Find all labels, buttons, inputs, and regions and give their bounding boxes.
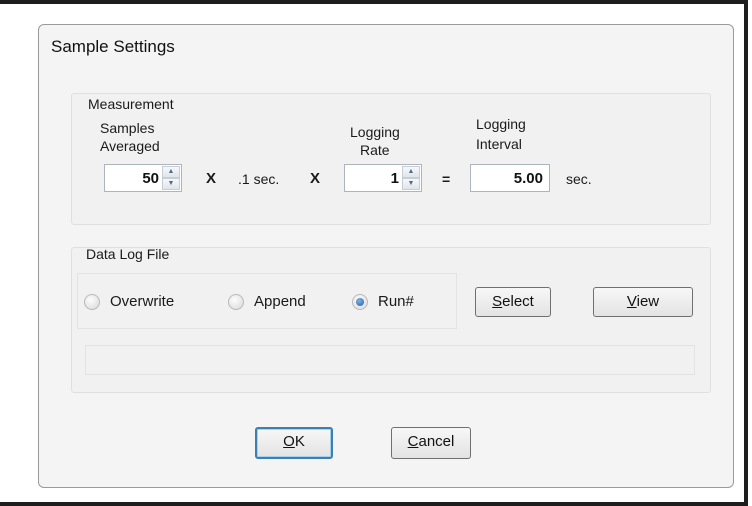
spin-down-arrow-icon[interactable]: ▼ xyxy=(402,178,420,190)
ok-button[interactable]: OK xyxy=(255,427,333,459)
select-button[interactable]: Select xyxy=(475,287,551,317)
spin-up-arrow-icon[interactable]: ▲ xyxy=(402,166,420,178)
view-button-mnemonic: V xyxy=(626,293,637,310)
samples-averaged-label-line2: Averaged xyxy=(100,138,160,154)
radio-append-label: Append xyxy=(254,293,306,310)
spin-up-arrow-icon[interactable]: ▲ xyxy=(162,166,180,178)
logging-interval-field[interactable]: 5.00 xyxy=(470,164,550,192)
data-log-mode-radio-group: Overwrite Append Run# xyxy=(77,273,457,329)
logging-rate-value: 1 xyxy=(390,170,399,187)
logging-interval-label-line2: Interval xyxy=(476,136,522,152)
measurement-group-label: Measurement xyxy=(88,96,174,112)
radio-overwrite[interactable]: Overwrite xyxy=(84,293,174,310)
times-sign-1: X xyxy=(206,170,217,187)
dialog-title: Sample Settings xyxy=(51,37,175,56)
logging-rate-label-line2: Rate xyxy=(360,142,390,158)
logging-rate-spinner[interactable]: 1 ▲ ▼ xyxy=(344,164,422,192)
spin-down-arrow-icon[interactable]: ▼ xyxy=(162,178,180,190)
equals-sign: = xyxy=(442,171,451,187)
radio-run-number[interactable]: Run# xyxy=(352,293,414,310)
ok-button-mnemonic: O xyxy=(283,433,295,450)
radio-button-icon xyxy=(228,293,244,310)
logging-interval-label-line1: Logging xyxy=(476,116,526,132)
logging-interval-value: 5.00 xyxy=(513,170,543,187)
radio-append[interactable]: Append xyxy=(228,293,306,310)
samples-averaged-spinner[interactable]: 50 ▲ ▼ xyxy=(104,164,182,192)
radio-run-number-label: Run# xyxy=(378,293,414,310)
measurement-group: Measurement Samples Averaged 50 ▲ ▼ X .1… xyxy=(71,93,711,225)
view-button-label: iew xyxy=(636,293,660,310)
cancel-button-mnemonic: C xyxy=(407,433,419,450)
radio-button-icon xyxy=(84,293,100,310)
samples-averaged-label-line1: Samples xyxy=(100,120,155,136)
sample-settings-dialog: Sample Settings Measurement Samples Aver… xyxy=(38,24,734,488)
ok-button-label: K xyxy=(294,433,305,450)
cancel-button-label: ancel xyxy=(418,433,455,450)
data-log-file-path-field xyxy=(85,345,695,375)
interval-text: .1 sec. xyxy=(238,171,280,187)
view-button[interactable]: View xyxy=(593,287,693,317)
cancel-button[interactable]: Cancel xyxy=(391,427,471,459)
times-sign-2: X xyxy=(310,170,321,187)
select-button-mnemonic: S xyxy=(492,293,503,310)
data-log-file-group-label: Data Log File xyxy=(86,246,170,262)
logging-interval-unit: sec. xyxy=(566,171,592,187)
samples-averaged-value: 50 xyxy=(142,170,159,187)
radio-button-checked-icon xyxy=(352,293,368,310)
logging-rate-label-line1: Logging xyxy=(350,124,400,140)
radio-overwrite-label: Overwrite xyxy=(110,293,175,310)
select-button-label: elect xyxy=(502,293,534,310)
